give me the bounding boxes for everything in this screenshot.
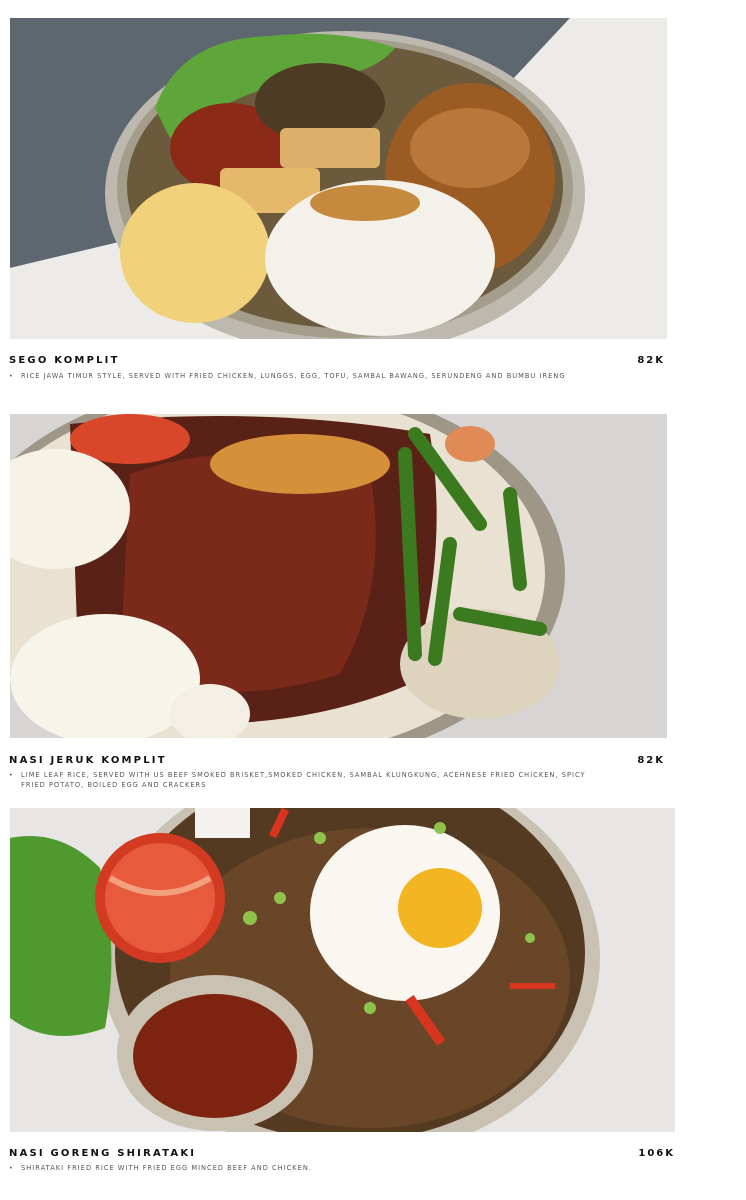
bullet-icon: • — [9, 1165, 14, 1172]
menu-item-description-text: RICE JAWA TIMUR STYLE, SERVED WITH FRIED… — [21, 372, 566, 380]
menu-item-title: NASI GORENG SHIRATAKI — [9, 1148, 197, 1159]
menu-item-photo-nasi-jeruk-komplit — [10, 414, 667, 738]
menu-item-photo-sego-komplit — [10, 18, 667, 339]
menu-item-price: 82K — [637, 755, 665, 766]
menu-item-price: 82K — [637, 355, 665, 366]
menu-item-description: • SHIRATAKI FRIED RICE WITH FRIED EGG MI… — [9, 1164, 659, 1174]
menu-item-description: • LIME LEAF RICE, SERVED WITH US BEEF SM… — [9, 771, 609, 790]
menu-item-title: NASI JERUK KOMPLIT — [9, 755, 167, 766]
nasi-campur-bowl-icon — [10, 18, 667, 339]
menu-item-price: 106K — [638, 1148, 675, 1159]
fried-rice-bowl-icon — [10, 808, 675, 1132]
menu-item-photo-nasi-goreng-shirataki — [10, 808, 675, 1132]
nasi-jeruk-bowl-icon — [10, 414, 667, 738]
menu-item-title: SEGO KOMPLIT — [9, 355, 120, 366]
bullet-icon: • — [9, 373, 14, 380]
menu-item-description-text: SHIRATAKI FRIED RICE WITH FRIED EGG MINC… — [21, 1164, 313, 1172]
bullet-icon: • — [9, 772, 14, 779]
menu-item-description-text: LIME LEAF RICE, SERVED WITH US BEEF SMOK… — [21, 771, 586, 789]
menu-item-description: • RICE JAWA TIMUR STYLE, SERVED WITH FRI… — [9, 372, 659, 382]
